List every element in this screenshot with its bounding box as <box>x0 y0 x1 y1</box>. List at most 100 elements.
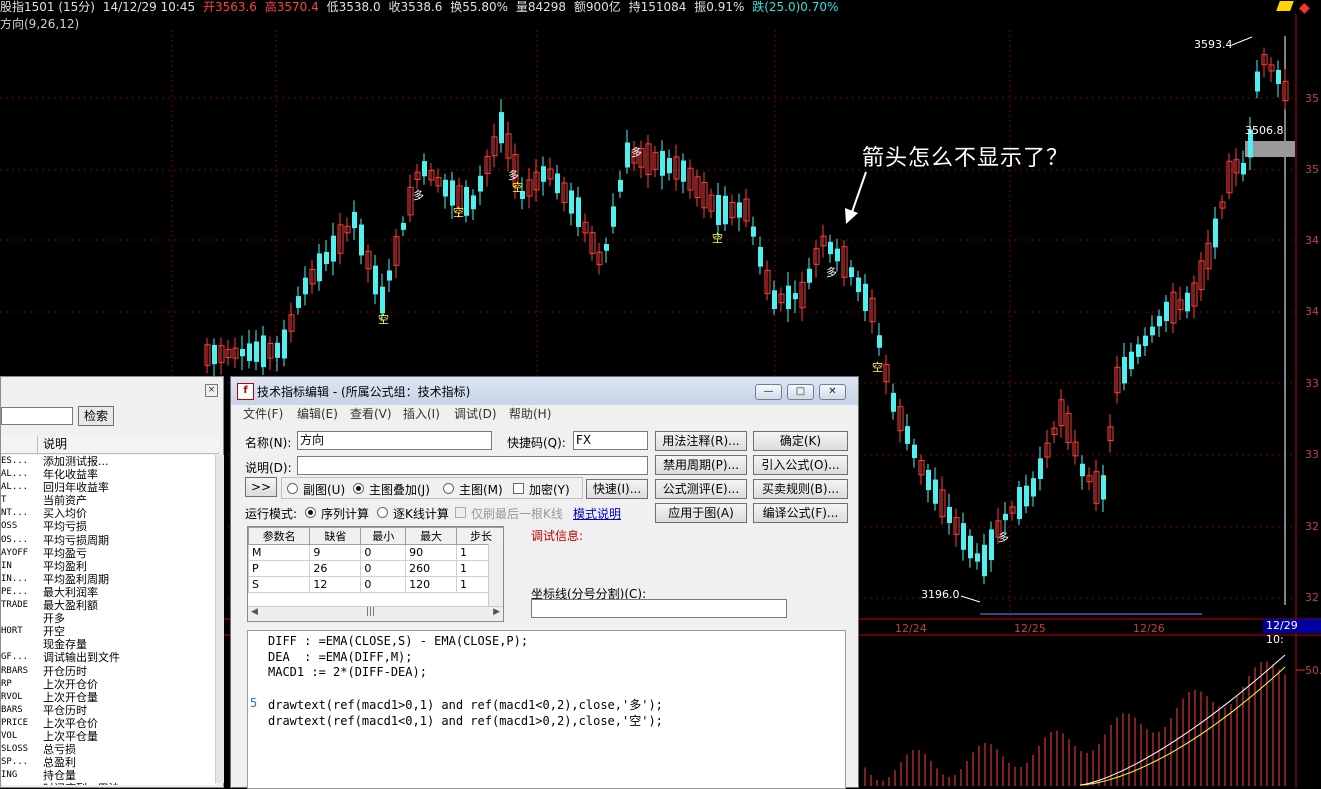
list-item[interactable]: 时间序列...用法 <box>1 782 215 785</box>
fast-button[interactable]: 快速(I)... <box>586 479 648 499</box>
function-list[interactable]: ES... 添加测试报... AL... 年化收益率 AL... 回归年收益率 T 当前资产 N… <box>1 455 215 785</box>
table-row[interactable]: M 9 0 90 1 <box>248 544 503 561</box>
list-item[interactable]: 现金存量 <box>1 638 215 651</box>
search-input[interactable] <box>1 407 73 425</box>
dialog-titlebar[interactable]: f 技术指标编辑 - (所属公式组：技术指标) — □ ✕ <box>231 377 858 405</box>
menu-insert[interactable]: 插入(I) <box>403 405 440 423</box>
vertical-scrollbar[interactable] <box>215 455 224 783</box>
menu-edit[interactable]: 编辑(E) <box>297 405 338 423</box>
function-desc: 上次平仓量 <box>43 729 98 743</box>
list-item[interactable]: SLOSS 总亏损 <box>1 743 215 756</box>
param-cell-min[interactable]: 0 <box>360 576 407 593</box>
ok-button[interactable]: 确定(K) <box>753 431 848 451</box>
list-item[interactable]: RVOL 上次开仓量 <box>1 691 215 704</box>
radio-sequence-calc[interactable] <box>305 507 316 518</box>
minimize-button[interactable]: — <box>755 384 782 400</box>
shortcut-label: 快捷码(Q): <box>507 436 566 450</box>
list-item[interactable]: AYOFF 平均盈亏 <box>1 547 215 560</box>
menu-debug[interactable]: 调试(D) <box>454 405 497 423</box>
list-item[interactable]: RBARS 开仓历时 <box>1 665 215 678</box>
radio-main-chart[interactable] <box>443 483 454 494</box>
param-cell-min[interactable]: 0 <box>360 560 407 577</box>
list-item[interactable]: AL... 年化收益率 <box>1 468 215 481</box>
high-price: 高3570.4 <box>264 0 319 14</box>
list-item[interactable]: ING 持仓量 <box>1 769 215 782</box>
menu-view[interactable]: 查看(V) <box>350 405 392 423</box>
param-vscroll[interactable] <box>488 544 503 606</box>
list-item[interactable]: IN... 平均盈利周期 <box>1 573 215 586</box>
menu-file[interactable]: 文件(F) <box>243 405 283 423</box>
menu-help[interactable]: 帮助(H) <box>509 405 551 423</box>
param-cell-min[interactable]: 0 <box>360 544 407 561</box>
param-cell-def[interactable]: 12 <box>309 576 362 593</box>
shortcut-input[interactable]: FX <box>573 431 648 450</box>
list-item[interactable]: OS... 平均亏损周期 <box>1 534 215 547</box>
param-cell-name[interactable]: P <box>248 560 311 577</box>
bar-datetime: 14/12/29 10:45 <box>102 0 196 14</box>
date-label: 12/26 <box>1133 622 1165 635</box>
formula-test-button[interactable]: 公式测评(E)... <box>655 479 747 499</box>
param-cell-def[interactable]: 9 <box>309 544 362 561</box>
list-item[interactable]: PE... 最大利润率 <box>1 586 215 599</box>
function-code: IN... <box>1 573 29 584</box>
list-item[interactable]: T 当前资产 <box>1 494 215 507</box>
radio-main-overlay[interactable] <box>353 483 364 494</box>
coordinate-lines-input[interactable] <box>531 599 787 618</box>
candle-body <box>254 341 259 362</box>
list-item[interactable]: AL... 回归年收益率 <box>1 481 215 494</box>
list-item[interactable]: RP 上次开仓价 <box>1 678 215 691</box>
param-cell-name[interactable]: M <box>248 544 311 561</box>
list-item[interactable]: HORT 开空 <box>1 625 215 638</box>
list-item[interactable]: GF... 调试输出到文件 <box>1 651 215 664</box>
import-formula-button[interactable]: 引入公式(O)... <box>753 455 848 475</box>
formula-code-editor[interactable]: DIFF : =EMA(CLOSE,S) - EMA(CLOSE,P); DEA … <box>247 630 846 789</box>
function-code: TRADE <box>1 600 29 611</box>
apply-to-chart-button[interactable]: 应用于图(A) <box>655 503 747 523</box>
list-item[interactable]: ES... 添加测试报... <box>1 455 215 468</box>
name-input[interactable]: 方向 <box>297 431 492 450</box>
candle-body <box>1185 292 1190 312</box>
last-bar-checkbox[interactable] <box>455 507 466 518</box>
table-row[interactable]: S 12 0 120 1 <box>248 576 503 593</box>
maximize-button[interactable]: □ <box>787 384 814 400</box>
mode-help-link[interactable]: 模式说明 <box>573 505 621 522</box>
param-cell-max[interactable]: 260 <box>405 560 458 577</box>
trade-rules-button[interactable]: 买卖规则(B)... <box>753 479 848 499</box>
list-item[interactable]: BARS 平仓历时 <box>1 704 215 717</box>
param-hscroll[interactable]: ◀ ||| ▶ <box>248 606 503 621</box>
param-cell-max[interactable]: 90 <box>405 544 458 561</box>
function-desc: 现金存量 <box>43 638 87 652</box>
list-item[interactable]: IN 平均盈利 <box>1 560 215 573</box>
close-button[interactable]: ✕ <box>819 384 846 400</box>
list-item[interactable]: NT... 买入均价 <box>1 507 215 520</box>
param-cell-name[interactable]: S <box>248 576 311 593</box>
radio-per-bar-calc[interactable] <box>377 507 388 518</box>
alert-icon[interactable]: ◆ <box>1299 0 1310 16</box>
param-cell-def[interactable]: 26 <box>309 560 362 577</box>
desc-input[interactable] <box>297 456 648 475</box>
param-cell-max[interactable]: 120 <box>405 576 458 593</box>
usage-notes-button[interactable]: 用法注释(R)... <box>655 431 747 451</box>
name-label: 名称(N): <box>245 436 292 450</box>
radio-sub-chart[interactable] <box>287 483 298 494</box>
list-item[interactable]: PRICE 上次平仓价 <box>1 717 215 730</box>
column-header-desc[interactable]: 说明 <box>43 436 67 453</box>
list-item[interactable]: OSS 平均亏损 <box>1 520 215 533</box>
close-icon[interactable]: × <box>205 384 218 397</box>
candle-body <box>1143 335 1148 346</box>
compile-formula-button[interactable]: 编译公式(F)... <box>753 503 848 523</box>
table-row[interactable]: P 26 0 260 1 <box>248 560 503 577</box>
candle-body <box>317 253 322 282</box>
list-item[interactable]: VOL 上次平仓量 <box>1 730 215 743</box>
parameter-table[interactable]: 参数名 缺省 最小 最大 步长 M 9 0 90 1 P 26 0 260 1 S 12 0 120 1 ◀… <box>247 526 504 622</box>
expand-button[interactable]: >> <box>245 477 277 497</box>
candle-body <box>1122 356 1127 384</box>
dialog-title: 技术指标编辑 - (所属公式组：技术指标) <box>257 385 471 399</box>
list-item[interactable]: SP... 总盈利 <box>1 756 215 769</box>
search-button[interactable]: 检索 <box>78 406 114 426</box>
open-interest: 持151084 <box>628 0 687 14</box>
disable-period-button[interactable]: 禁用周期(P)... <box>655 455 747 475</box>
encrypt-checkbox[interactable] <box>513 483 524 494</box>
list-item[interactable]: 开多 <box>1 612 215 625</box>
list-item[interactable]: TRADE 最大盈利额 <box>1 599 215 612</box>
